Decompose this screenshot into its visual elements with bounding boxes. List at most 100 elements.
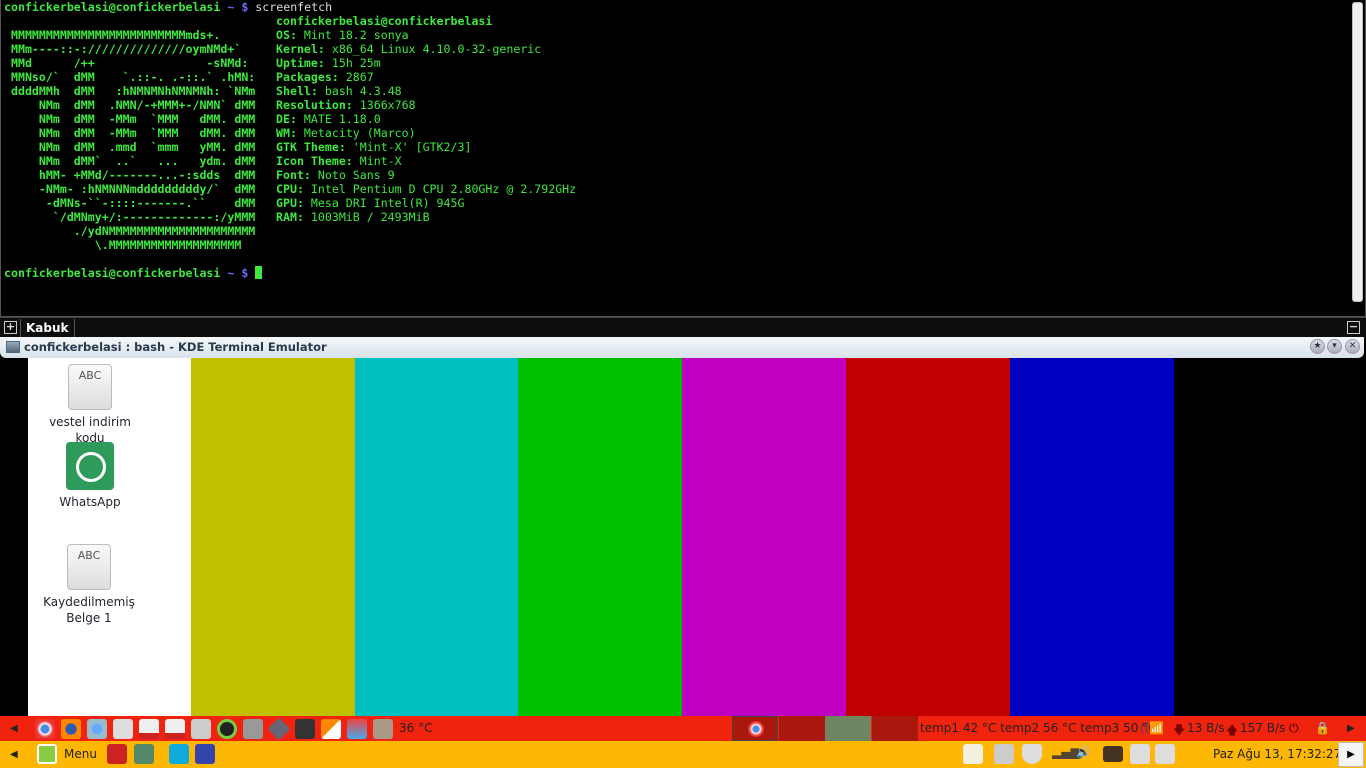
- sensor-temps: temp1 42 °C temp2 56 °C temp3 50 °C: [920, 721, 1157, 735]
- power-icon[interactable]: ⏻: [1289, 721, 1299, 736]
- scrollbar[interactable]: [1352, 2, 1363, 302]
- show-desktop-button[interactable]: ▶: [1338, 742, 1364, 767]
- desktop-icon-whatsapp[interactable]: WhatsApp: [35, 442, 145, 510]
- ascii-logo: MMMMMMMMMMMMMMMMMMMMMMMMMmds+. MMm----::…: [4, 28, 255, 252]
- cursor: [255, 266, 263, 279]
- info-value: 15h 25m: [324, 56, 381, 70]
- logo-line: -dMNs-``-::::-------.`` dMM: [4, 196, 256, 210]
- clock[interactable]: Paz Ağu 13, 17:32:27: [1213, 747, 1341, 761]
- lock-icon[interactable]: 🔒: [1315, 721, 1330, 735]
- color-bar: [682, 358, 847, 716]
- info-value: 'Mint-X' [GTK2/3]: [345, 140, 472, 154]
- network-icon[interactable]: ((📶: [1140, 721, 1164, 735]
- system-tools-icon[interactable]: [113, 719, 133, 739]
- panel-right-arrow-icon[interactable]: ▶: [1347, 723, 1355, 734]
- info-row: Uptime: 15h 25m: [276, 56, 576, 70]
- info-row: Packages: 2867: [276, 70, 576, 84]
- spotify-icon[interactable]: [217, 719, 237, 739]
- panel-left-arrow-icon[interactable]: ◀: [10, 723, 18, 734]
- info-value: x86_64 Linux 4.10.0-32-generic: [324, 42, 542, 56]
- window-title: confickerbelasi : bash - KDE Terminal Em…: [24, 340, 327, 354]
- logo-line: NMm dMM .mmd `mmm yMM. dMM: [4, 140, 256, 154]
- logo-line: NMm dMM -MMm `MMM dMM. dMM: [4, 112, 256, 126]
- info-row: GTK Theme: 'Mint-X' [GTK2/3]: [276, 140, 576, 154]
- pin-button[interactable]: ★: [1310, 339, 1325, 354]
- video-editor-icon[interactable]: [321, 719, 341, 739]
- drive-icon-2[interactable]: [1155, 744, 1175, 764]
- skype-icon[interactable]: [169, 744, 189, 764]
- top-panel: ◀ 36 °C temp1 42 °C temp2 56 °C temp3 50…: [0, 716, 1366, 741]
- logo-line: MMNso/` dMM `.::-. .-::.` .hMN:: [4, 70, 256, 84]
- earth-icon[interactable]: [195, 744, 215, 764]
- gimp-icon[interactable]: [373, 719, 393, 739]
- terminal-launcher-icon[interactable]: [134, 744, 154, 764]
- vm-icon[interactable]: [243, 719, 263, 739]
- media-player-icon[interactable]: [295, 719, 315, 739]
- battery-icon[interactable]: [1103, 746, 1123, 762]
- desktop: ABC vestel indirim kodu WhatsApp ABC Kayde…: [0, 358, 1366, 716]
- info-key: Uptime:: [276, 56, 325, 70]
- info-key: Font:: [276, 168, 311, 182]
- task-4[interactable]: [872, 716, 918, 741]
- color-bar: [845, 358, 1010, 716]
- usb-writer-icon[interactable]: [165, 719, 185, 739]
- info-row: RAM: 1003MiB / 2493MiB: [276, 210, 576, 224]
- whatsapp-icon: [66, 442, 114, 490]
- info-key: Shell:: [276, 84, 318, 98]
- usb-icon[interactable]: [139, 719, 159, 739]
- close-button[interactable]: ✕: [1345, 339, 1360, 354]
- info-value: Mint-X: [352, 154, 402, 168]
- terminal-window[interactable]: confickerbelasi@confickerbelasi ~ $ scre…: [0, 0, 1366, 317]
- prompt-line[interactable]: confickerbelasi@confickerbelasi ~ $: [4, 266, 263, 280]
- info-row: WM: Metacity (Marco): [276, 126, 576, 140]
- info-value: Metacity (Marco): [296, 126, 416, 140]
- color-bar: [354, 358, 519, 716]
- desktop-icon-kaydedilmemis[interactable]: ABC Kaydedilmemiş Belge 1: [25, 544, 153, 626]
- task-2[interactable]: [779, 716, 825, 741]
- mint-logo-icon: [37, 744, 57, 764]
- panel-left-arrow-icon[interactable]: ◀: [10, 749, 18, 760]
- image-viewer-icon[interactable]: [347, 719, 367, 739]
- command-line: confickerbelasi@confickerbelasi ~ $ scre…: [4, 0, 333, 14]
- logo-line: hMM- +MMd/-------...-:sdds dMM: [4, 168, 256, 182]
- tab-kabuk[interactable]: Kabuk: [20, 319, 75, 337]
- new-tab-button[interactable]: +: [4, 321, 17, 334]
- display-icon[interactable]: [994, 744, 1014, 764]
- notes-icon[interactable]: [963, 744, 983, 764]
- desktop-icon-vestel[interactable]: ABC vestel indirim kodu: [35, 364, 145, 446]
- chromium-icon[interactable]: [87, 719, 107, 739]
- info-row: Shell: bash 4.3.48: [276, 84, 576, 98]
- cpu-icon[interactable]: [267, 717, 291, 741]
- info-key: GTK Theme:: [276, 140, 346, 154]
- logo-line: NMm dMM .NMN/-+MMM+-/NMN` dMM: [4, 98, 256, 112]
- info-row: OS: Mint 18.2 sonya: [276, 28, 576, 42]
- system-info: OS: Mint 18.2 sonya Kernel: x86_64 Linux …: [276, 28, 576, 224]
- opera-icon[interactable]: [107, 744, 127, 764]
- close-tab-button[interactable]: −: [1347, 321, 1360, 334]
- info-value: 1003MiB / 2493MiB: [303, 210, 430, 224]
- calculator-icon[interactable]: [191, 719, 211, 739]
- info-row: Icon Theme: Mint-X: [276, 154, 576, 168]
- upload-speed: 157 B/s: [1240, 721, 1286, 735]
- window-titlebar[interactable]: confickerbelasi : bash - KDE Terminal Em…: [0, 337, 1364, 358]
- logo-line: MMd /++ -sNMd:: [4, 56, 249, 70]
- info-value: Noto Sans 9: [310, 168, 395, 182]
- firefox-icon[interactable]: [61, 719, 81, 739]
- tab-bar: + Kabuk −: [0, 317, 1366, 337]
- drive-icon[interactable]: [1130, 744, 1150, 764]
- volume-icon[interactable]: 🔊: [1076, 745, 1091, 759]
- info-key: WM:: [276, 126, 297, 140]
- document-icon: ABC: [68, 364, 112, 410]
- logo-line: MMm----::-://////////////oymNMd+`: [4, 42, 242, 56]
- shield-icon[interactable]: [1022, 744, 1042, 764]
- logo-line: NMm dMM -MMm `MMM dMM. dMM: [4, 126, 256, 140]
- chrome-icon[interactable]: [35, 719, 55, 739]
- info-value: Intel Pentium D CPU 2.80GHz @ 2.792GHz: [303, 182, 577, 196]
- task-chrome[interactable]: [732, 716, 778, 741]
- logo-line: NMm dMM` ..` ... ydm. dMM: [4, 154, 256, 168]
- info-value: bash 4.3.48: [317, 84, 402, 98]
- info-row: Font: Noto Sans 9: [276, 168, 576, 182]
- task-3[interactable]: [825, 716, 871, 741]
- menu-button[interactable]: ▾: [1327, 339, 1342, 354]
- chrome-icon: [748, 721, 764, 737]
